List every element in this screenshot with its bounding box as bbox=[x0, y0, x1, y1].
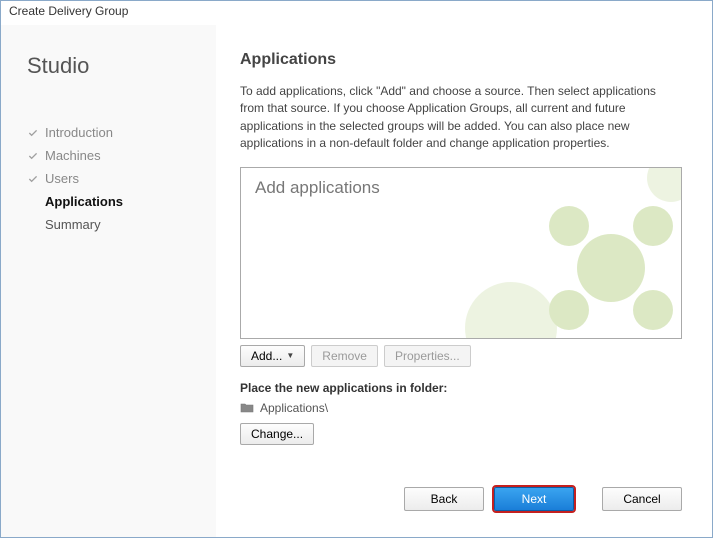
wizard-buttons: Back Next Cancel bbox=[240, 487, 682, 525]
remove-button: Remove bbox=[311, 345, 378, 367]
nav-label: Machines bbox=[45, 148, 101, 163]
main-panel: Applications To add applications, click … bbox=[216, 25, 712, 537]
properties-label: Properties... bbox=[395, 349, 460, 363]
add-dropdown-button[interactable]: Add... ▼ bbox=[240, 345, 305, 367]
cancel-button[interactable]: Cancel bbox=[602, 487, 682, 511]
check-icon bbox=[27, 127, 39, 139]
nav-item-introduction[interactable]: Introduction bbox=[27, 121, 198, 144]
check-icon bbox=[27, 150, 39, 162]
folder-path-row: Applications\ bbox=[240, 401, 682, 415]
nav-item-users[interactable]: Users bbox=[27, 167, 198, 190]
change-folder-button[interactable]: Change... bbox=[240, 423, 314, 445]
folder-caption: Place the new applications in folder: bbox=[240, 381, 682, 395]
intro-text: To add applications, click "Add" and cho… bbox=[240, 83, 682, 153]
applications-listbox[interactable]: Add applications bbox=[240, 167, 682, 339]
nav-item-applications[interactable]: Applications bbox=[27, 190, 198, 213]
nav-item-machines[interactable]: Machines bbox=[27, 144, 198, 167]
check-icon bbox=[27, 173, 39, 185]
remove-label: Remove bbox=[322, 349, 367, 363]
studio-heading: Studio bbox=[27, 53, 198, 79]
nav-label: Applications bbox=[45, 194, 123, 209]
nav-label: Users bbox=[45, 171, 79, 186]
back-button[interactable]: Back bbox=[404, 487, 484, 511]
decorative-pattern bbox=[441, 168, 682, 339]
nav-label: Introduction bbox=[45, 125, 113, 140]
folder-icon bbox=[240, 402, 254, 414]
wizard-body: Studio Introduction Machines Users Appli… bbox=[1, 25, 712, 537]
chevron-down-icon: ▼ bbox=[286, 351, 294, 360]
apps-toolbar: Add... ▼ Remove Properties... bbox=[240, 345, 682, 367]
window-title: Create Delivery Group bbox=[9, 4, 128, 18]
sidebar: Studio Introduction Machines Users Appli… bbox=[1, 25, 216, 537]
next-button[interactable]: Next bbox=[494, 487, 574, 511]
properties-button: Properties... bbox=[384, 345, 471, 367]
applications-placeholder: Add applications bbox=[255, 178, 380, 198]
change-label: Change... bbox=[251, 427, 303, 441]
add-label: Add... bbox=[251, 349, 282, 363]
page-heading: Applications bbox=[240, 51, 682, 69]
nav-item-summary[interactable]: Summary bbox=[27, 213, 198, 236]
folder-path: Applications\ bbox=[260, 401, 328, 415]
nav-label: Summary bbox=[45, 217, 101, 232]
window-titlebar: Create Delivery Group bbox=[1, 1, 712, 25]
